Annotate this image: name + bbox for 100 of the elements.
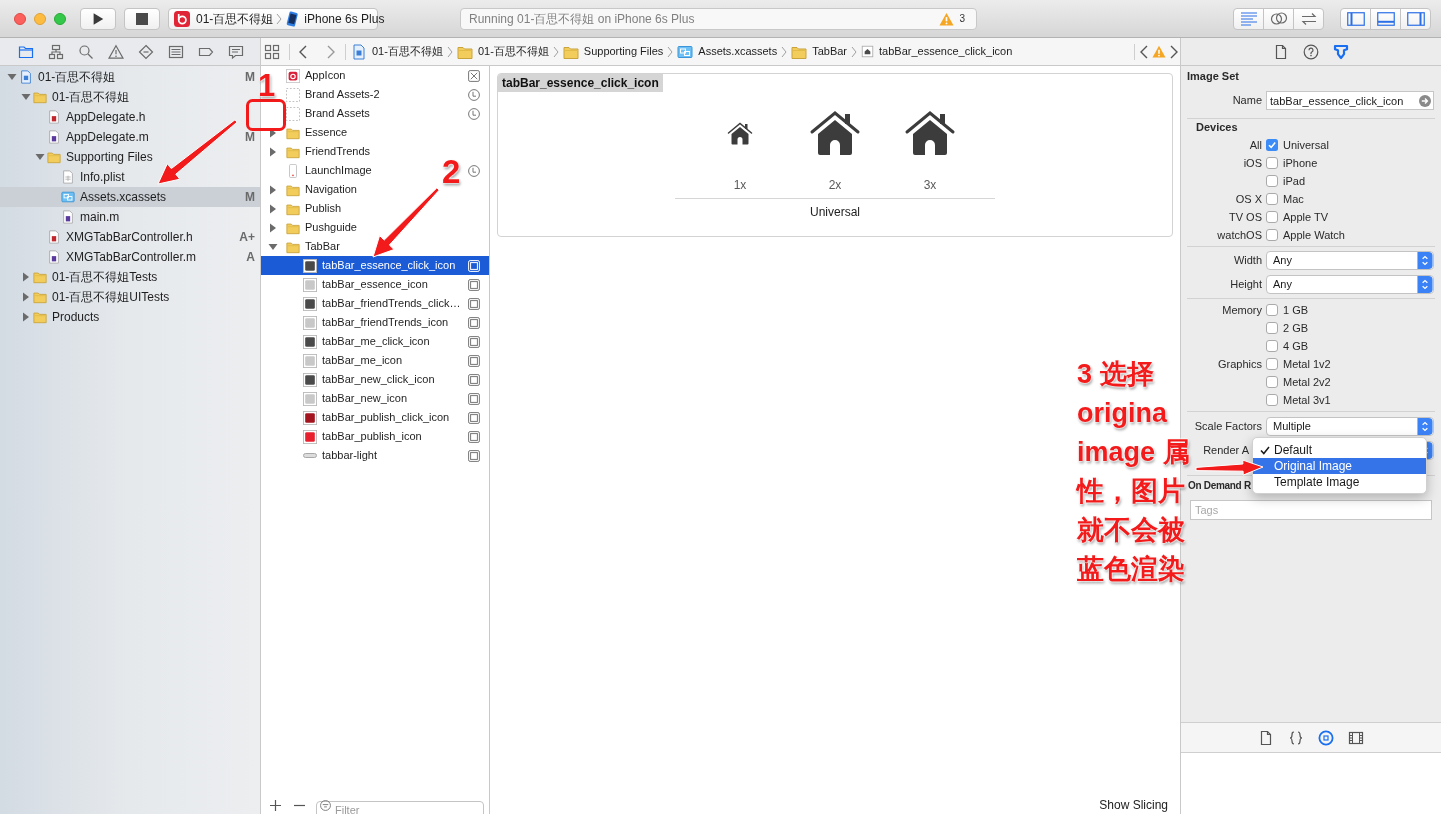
filter-icon: [320, 799, 331, 811]
speech-bubble-icon[interactable]: [228, 43, 244, 60]
checkbox[interactable]: [1266, 394, 1278, 406]
warning-icon[interactable]: [108, 43, 124, 60]
menu-item[interactable]: Template Image: [1253, 474, 1426, 490]
tree-item[interactable]: Products: [33, 308, 100, 326]
document-icon[interactable]: [1273, 43, 1289, 60]
tree-item[interactable]: Info.plist: [61, 168, 125, 186]
list-icon[interactable]: [168, 43, 184, 60]
diamond-icon[interactable]: [138, 43, 154, 60]
forward-icon[interactable]: [326, 44, 336, 59]
checkbox[interactable]: [1266, 322, 1278, 334]
scheme-name[interactable]: 01-百思不得姐: [196, 9, 274, 28]
asset-item[interactable]: Brand Assets: [286, 105, 370, 122]
hierarchy-icon[interactable]: [48, 43, 64, 60]
breadcrumb[interactable]: tabBar_essence_click_icon: [861, 43, 1013, 60]
asset-item[interactable]: tabBar_publish_icon: [303, 428, 422, 445]
editor-mode-button[interactable]: [1293, 7, 1324, 30]
show-slicing-button[interactable]: Show Slicing: [1099, 796, 1168, 814]
shield-icon[interactable]: [1333, 43, 1349, 60]
checkbox[interactable]: [1266, 211, 1278, 223]
asset-item[interactable]: tabbar-light: [303, 447, 378, 464]
panel-toggle-button[interactable]: [1370, 7, 1401, 30]
grid-icon[interactable]: [264, 43, 280, 60]
asset-item[interactable]: tabBar_essence_click_icon: [303, 257, 456, 274]
tree-item[interactable]: XMGTabBarController.m: [47, 248, 197, 266]
option-label: Metal 2v2: [1283, 374, 1331, 390]
name-field[interactable]: tabBar_essence_click_icon: [1266, 91, 1434, 110]
popup-button[interactable]: Any: [1266, 274, 1434, 294]
close-button[interactable]: [14, 12, 26, 25]
checkbox[interactable]: [1266, 358, 1278, 370]
tree-item[interactable]: 01-百思不得姐: [19, 68, 116, 86]
checkbox[interactable]: [1266, 157, 1278, 169]
breadcrumb[interactable]: 01-百思不得姐: [456, 43, 549, 60]
breadcrumb[interactable]: 01-百思不得姐: [351, 43, 443, 60]
asset-item[interactable]: tabBar_essence_icon: [303, 276, 428, 293]
asset-item[interactable]: tabBar_new_click_icon: [303, 371, 435, 388]
tree-item[interactable]: AppDelegate.h: [47, 108, 146, 126]
editor-mode-button[interactable]: [1263, 7, 1294, 30]
asset-item[interactable]: tabBar_friendTrends_icon: [303, 314, 449, 331]
folder-icon[interactable]: [18, 43, 34, 60]
checkbox[interactable]: [1266, 340, 1278, 352]
tree-item[interactable]: Supporting Files: [47, 148, 153, 166]
asset-item[interactable]: Essence: [286, 124, 348, 141]
asset-item[interactable]: Navigation: [286, 181, 357, 198]
plus-icon[interactable]: [270, 799, 281, 811]
asset-item[interactable]: tabBar_me_click_icon: [303, 333, 430, 350]
asset-item[interactable]: Brand Assets-2: [286, 86, 380, 103]
chevrons-icon: [1417, 417, 1433, 435]
tree-item[interactable]: 01-百思不得姐Tests: [33, 268, 158, 286]
panel-toggle-button[interactable]: [1400, 7, 1431, 30]
tree-item[interactable]: AppDelegate.m: [47, 128, 149, 146]
asset-item[interactable]: tabBar_publish_click_icon: [303, 409, 450, 426]
previous-issue-icon[interactable]: [1139, 44, 1149, 59]
popup-button[interactable]: Multiple: [1266, 416, 1434, 436]
braces-icon[interactable]: [1288, 729, 1304, 746]
stop-button[interactable]: [124, 7, 160, 30]
tree-item[interactable]: 01-百思不得姐: [33, 88, 130, 106]
asset-item[interactable]: Pushguide: [286, 219, 357, 236]
device-name[interactable]: iPhone 6s Plus: [304, 9, 385, 28]
editor-mode-button[interactable]: [1233, 7, 1264, 30]
checkbox[interactable]: [1266, 376, 1278, 388]
search-icon[interactable]: [78, 43, 94, 60]
breadcrumb[interactable]: Supporting Files: [562, 43, 664, 60]
asset-item[interactable]: tabBar_me_icon: [303, 352, 403, 369]
asset-item[interactable]: tabBar_friendTrends_click…: [303, 295, 461, 312]
back-icon[interactable]: [298, 44, 308, 59]
asset-item[interactable]: AppIcon: [286, 67, 346, 84]
checkbox[interactable]: [1266, 193, 1278, 205]
document-icon[interactable]: [1258, 729, 1274, 746]
asset-item[interactable]: FriendTrends: [286, 143, 370, 160]
help-icon[interactable]: [1303, 43, 1319, 60]
warning-count[interactable]: 3: [959, 11, 965, 26]
zoom-button[interactable]: [54, 12, 66, 25]
panel-toggle-button[interactable]: [1340, 7, 1371, 30]
checkbox[interactable]: [1266, 229, 1278, 241]
menu-item[interactable]: Original Image: [1253, 458, 1426, 474]
tags-field[interactable]: Tags: [1190, 500, 1432, 520]
film-icon[interactable]: [1348, 729, 1364, 746]
breadcrumb[interactable]: TabBar: [791, 43, 848, 60]
asset-item[interactable]: LaunchImage: [286, 162, 372, 179]
run-button[interactable]: [80, 7, 116, 30]
tree-item[interactable]: XMGTabBarController.h: [47, 228, 193, 246]
tree-item[interactable]: main.m: [61, 208, 120, 226]
menu-item[interactable]: Default: [1253, 442, 1426, 458]
asset-item[interactable]: TabBar: [286, 238, 340, 255]
asset-item[interactable]: tabBar_new_icon: [303, 390, 407, 407]
breadcrumb[interactable]: Assets.xcassets: [677, 43, 778, 60]
checkbox[interactable]: [1266, 139, 1278, 151]
tree-item[interactable]: Assets.xcassets: [61, 188, 167, 206]
go-arrow-icon[interactable]: [1419, 94, 1431, 107]
checkbox[interactable]: [1266, 304, 1278, 316]
tree-item[interactable]: 01-百思不得姐UITests: [33, 288, 170, 306]
square-icon: [468, 392, 480, 405]
next-issue-icon[interactable]: [1169, 44, 1179, 59]
filter-field[interactable]: Filter: [316, 801, 484, 814]
option-label: Universal: [1283, 137, 1329, 153]
asset-item[interactable]: Publish: [286, 200, 342, 217]
checkbox[interactable]: [1266, 175, 1278, 187]
popup-button[interactable]: Any: [1266, 250, 1434, 270]
